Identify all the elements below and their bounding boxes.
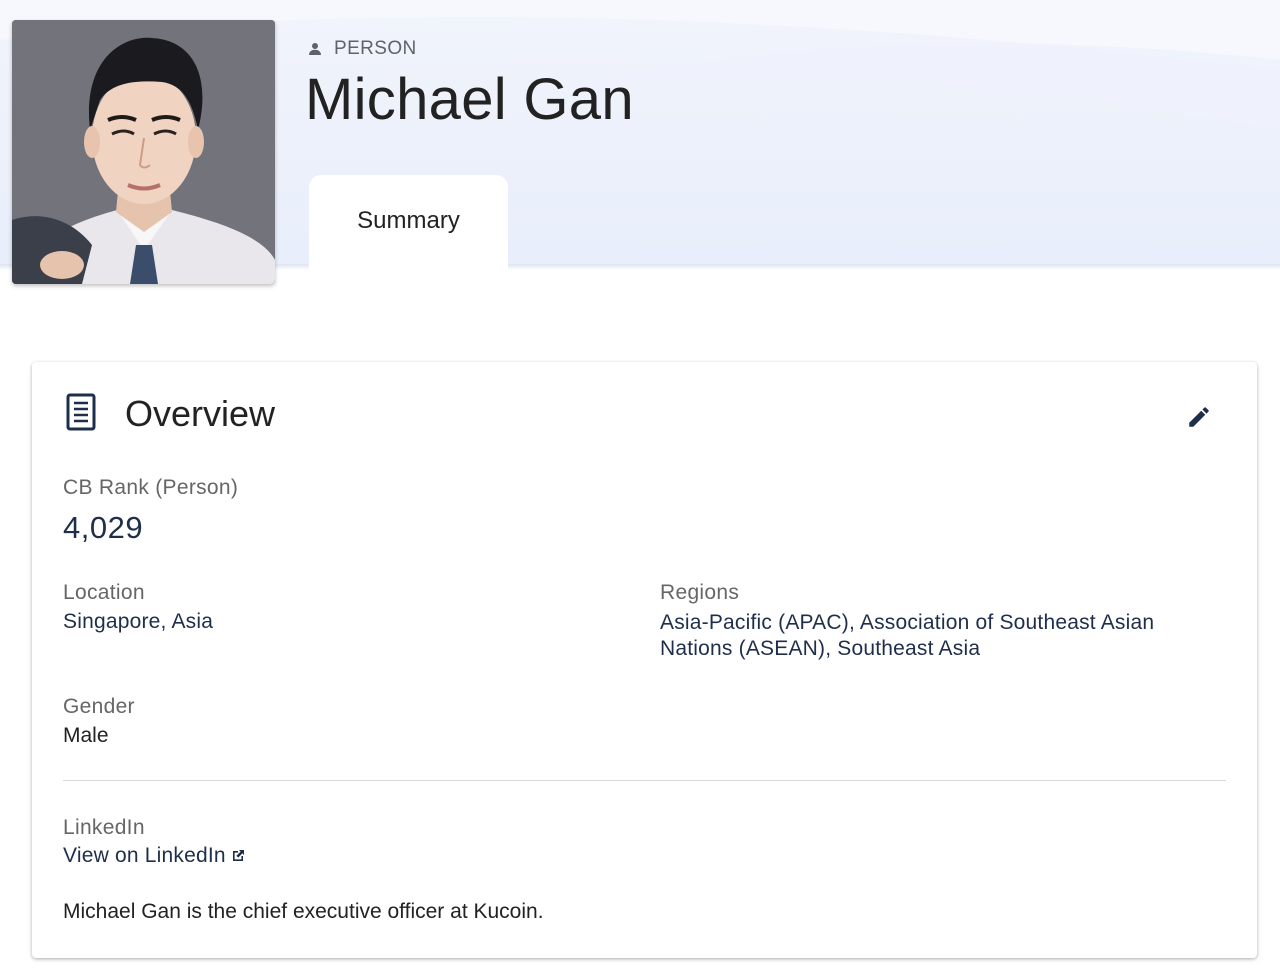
tab-summary-label: Summary <box>357 207 460 234</box>
location-separator: , <box>160 610 172 633</box>
region-link-southeast-asia[interactable]: Southeast Asia <box>837 637 980 660</box>
location-region-link[interactable]: Asia <box>171 610 213 633</box>
cb-rank-label: CB Rank (Person) <box>63 476 239 499</box>
external-link-icon <box>232 850 244 861</box>
cb-rank-value: 4,029 <box>63 510 144 545</box>
linkedin-link-text[interactable]: View on LinkedIn <box>63 844 226 867</box>
regions-label: Regions <box>660 581 740 604</box>
section-divider <box>63 780 1226 781</box>
person-icon <box>309 43 321 55</box>
profile-photo <box>12 20 275 284</box>
region-separator: , <box>848 611 860 634</box>
linkedin-link[interactable]: View on LinkedIn <box>63 844 246 868</box>
regions-value: Asia-Pacific (APAC), Association of Sout… <box>660 610 1200 662</box>
location-city-link[interactable]: Singapore <box>63 610 161 633</box>
linkedin-label: LinkedIn <box>63 816 145 839</box>
tab-summary[interactable]: Summary <box>309 175 508 270</box>
overview-title: Overview <box>125 393 276 434</box>
gender-label: Gender <box>63 695 135 718</box>
pencil-icon[interactable] <box>1186 404 1212 430</box>
page-title: Michael Gan <box>305 67 634 132</box>
region-separator: , <box>825 637 838 660</box>
location-label: Location <box>63 581 145 604</box>
person-description: Michael Gan is the chief executive offic… <box>63 900 544 923</box>
overview-card: Overview CB Rank (Person) 4,029 Location… <box>32 362 1257 958</box>
entity-type-label: PERSON <box>306 38 417 60</box>
document-icon <box>66 393 96 431</box>
location-value: Singapore, Asia <box>63 610 213 634</box>
gender-value: Male <box>63 724 109 747</box>
region-link-apac[interactable]: Asia-Pacific (APAC) <box>660 611 849 634</box>
entity-type-text: PERSON <box>334 38 417 59</box>
